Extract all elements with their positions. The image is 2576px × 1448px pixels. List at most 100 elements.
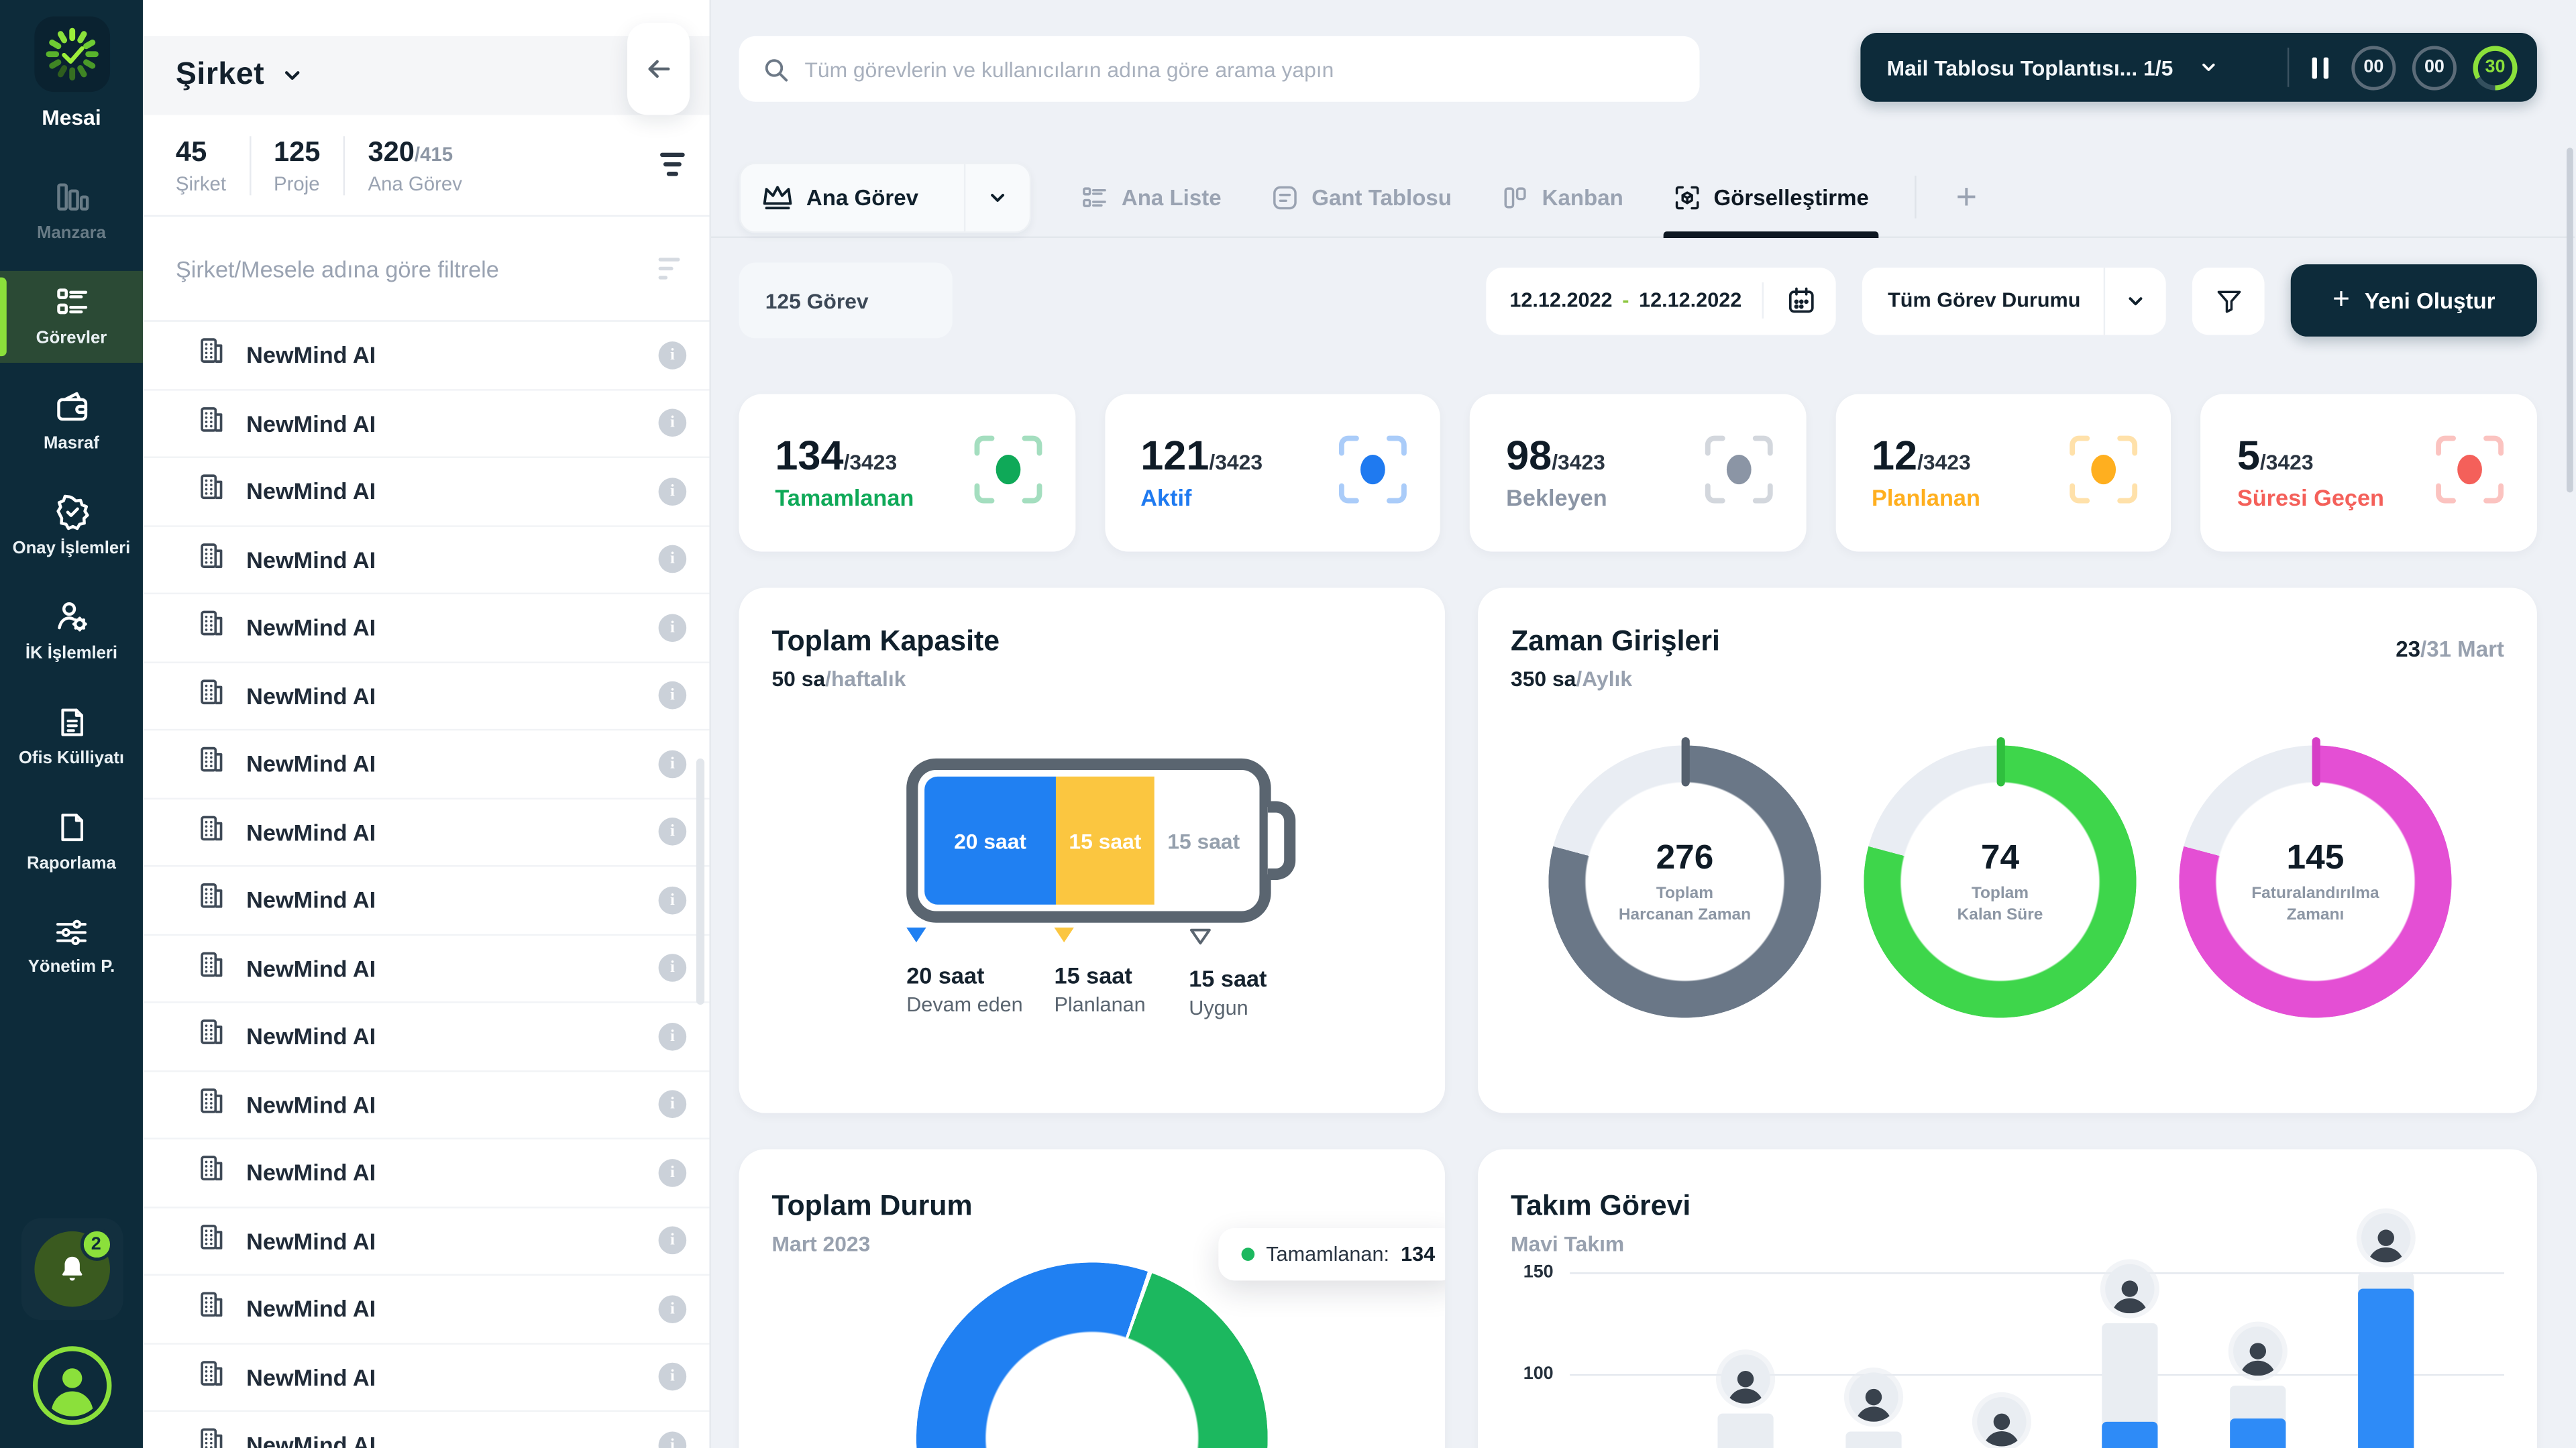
info-icon[interactable]: i xyxy=(659,409,687,437)
add-tab-button[interactable]: + xyxy=(1956,176,1977,219)
main-scrollbar[interactable] xyxy=(2567,0,2573,1448)
company-row[interactable]: NewMind AI i xyxy=(143,1276,710,1344)
pause-button[interactable] xyxy=(2306,56,2335,78)
info-icon[interactable]: i xyxy=(659,954,687,983)
spinner xyxy=(45,28,97,80)
info-icon[interactable]: i xyxy=(659,681,687,710)
company-name: NewMind AI xyxy=(246,1364,376,1390)
info-icon[interactable]: i xyxy=(659,1227,687,1255)
chevron-down-icon[interactable] xyxy=(964,164,1030,231)
company-row[interactable]: NewMind AI i xyxy=(143,594,710,663)
sidebar-item-raporlama[interactable]: Raporlama xyxy=(0,796,143,888)
member-avatar[interactable] xyxy=(2233,1327,2282,1376)
ring-label: FaturalandırılmaZamanı xyxy=(2251,883,2379,926)
battery-segment-planlanan: 15 saat xyxy=(1056,777,1155,905)
member-avatar[interactable] xyxy=(1977,1396,2026,1445)
company-row[interactable]: NewMind AI i xyxy=(143,526,710,595)
bar-total[interactable] xyxy=(1717,1412,1773,1448)
toolbar-actions: 12.12.2022 - 12.12.2022 Tüm Görev Durumu xyxy=(1487,264,2537,337)
sort-filter-button[interactable] xyxy=(659,153,690,178)
stat-card-tamamlanan[interactable]: 134/3423 Tamamlanan xyxy=(739,394,1075,551)
bar-completed[interactable] xyxy=(2102,1421,2157,1448)
info-icon[interactable]: i xyxy=(659,1159,687,1187)
info-icon[interactable]: i xyxy=(659,1431,687,1448)
battery-terminal xyxy=(1268,801,1296,880)
company-row[interactable]: NewMind AI i xyxy=(143,799,710,867)
meeting-timer-widget[interactable]: Mail Tablosu Toplantısı... 1/5 00 00 30 xyxy=(1860,33,2537,102)
tab-gant-tablosu[interactable]: Gant Tablosu xyxy=(1271,158,1452,236)
stat-card-planlanan[interactable]: 12/3423 Planlanan xyxy=(1835,394,2171,551)
info-icon[interactable]: i xyxy=(659,1295,687,1323)
bar-total[interactable] xyxy=(1845,1431,1901,1448)
notifications-button[interactable]: 2 xyxy=(21,1218,123,1320)
collapse-panel-button[interactable] xyxy=(627,23,690,115)
create-new-button[interactable]: + Yeni Oluştur xyxy=(2291,264,2537,337)
app-logo[interactable]: Mesai xyxy=(34,16,109,129)
divider xyxy=(249,135,250,194)
battery-marker: 15 saatPlanlanan xyxy=(1055,928,1146,1016)
primary-task-dropdown[interactable]: Ana Görev xyxy=(739,162,1032,232)
info-icon[interactable]: i xyxy=(659,1022,687,1050)
tab-kanban[interactable]: Kanban xyxy=(1501,158,1623,236)
sidebar-item-ofis-k-lliyat-[interactable]: Ofis Külliyatı xyxy=(0,691,143,783)
company-name: NewMind AI xyxy=(246,1160,376,1186)
sidebar-item-y-netim-p-[interactable]: Yönetim P. xyxy=(0,901,143,993)
tab-görselleştirme[interactable]: Görselleştirme xyxy=(1672,158,1869,236)
filter-button[interactable] xyxy=(2192,267,2265,334)
member-avatar[interactable] xyxy=(2361,1213,2410,1262)
company-row[interactable]: NewMind AI i xyxy=(143,1139,710,1208)
stat-label: Bekleyen xyxy=(1506,484,1607,510)
sidebar-item-manzara[interactable]: Manzara xyxy=(0,166,143,258)
panel-filter-row[interactable]: Şirket/Mesele adına göre filtrele xyxy=(143,217,710,322)
member-avatar[interactable] xyxy=(2105,1264,2154,1313)
info-icon[interactable]: i xyxy=(659,1363,687,1391)
status-filter-dropdown[interactable]: Tüm Görev Durumu xyxy=(1862,267,2166,334)
sidebar-item-g-revler[interactable]: Görevler xyxy=(0,271,143,363)
stat-card-aktif[interactable]: 121/3423 Aktif xyxy=(1104,394,1440,551)
stat-card-bekleyen[interactable]: 98/3423 Bekleyen xyxy=(1470,394,1806,551)
date-range-picker[interactable]: 12.12.2022 - 12.12.2022 xyxy=(1487,267,1835,334)
sidebar-item-masraf[interactable]: Masraf xyxy=(0,376,143,468)
divider xyxy=(2288,48,2289,87)
stat-card-süresi-geçen[interactable]: 5/3423 Süresi Geçen xyxy=(2201,394,2537,551)
company-row[interactable]: NewMind AI i xyxy=(143,663,710,731)
company-row[interactable]: NewMind AI i xyxy=(143,390,710,458)
building-icon xyxy=(197,1084,227,1124)
panel-filter-input[interactable]: Şirket/Mesele adına göre filtrele xyxy=(176,256,655,282)
bar-completed[interactable] xyxy=(2358,1288,2414,1448)
company-row[interactable]: NewMind AI i xyxy=(143,1344,710,1412)
info-icon[interactable]: i xyxy=(659,341,687,370)
divider xyxy=(343,135,345,194)
info-icon[interactable]: i xyxy=(659,614,687,642)
info-icon[interactable]: i xyxy=(659,478,687,506)
global-search-input[interactable]: Tüm görevlerin ve kullanıcıların adına g… xyxy=(739,36,1700,102)
member-avatar[interactable] xyxy=(1721,1353,1770,1402)
company-row[interactable]: NewMind AI i xyxy=(143,458,710,526)
member-avatar[interactable] xyxy=(1849,1372,1898,1421)
tab-ana-liste[interactable]: Ana Liste xyxy=(1081,158,1222,236)
company-row[interactable]: NewMind AI i xyxy=(143,867,710,935)
panel-scrollbar[interactable] xyxy=(696,759,704,1005)
company-row[interactable]: NewMind AI i xyxy=(143,1412,710,1448)
user-avatar[interactable] xyxy=(32,1346,111,1425)
info-icon[interactable]: i xyxy=(659,1091,687,1119)
company-row[interactable]: NewMind AI i xyxy=(143,935,710,1003)
info-icon[interactable]: i xyxy=(659,818,687,846)
company-panel: Şirket 45Şirket125Proje320/415Ana Görev … xyxy=(143,0,711,1448)
company-row[interactable]: NewMind AI i xyxy=(143,322,710,390)
company-row[interactable]: NewMind AI i xyxy=(143,1003,710,1072)
company-row[interactable]: NewMind AI i xyxy=(143,1207,710,1276)
bar-completed[interactable] xyxy=(2230,1419,2286,1448)
info-icon[interactable]: i xyxy=(659,750,687,778)
chevron-down-icon[interactable] xyxy=(281,64,304,87)
sidebar-item-onay-i-lemleri[interactable]: Onay İşlemleri xyxy=(0,481,143,573)
company-row[interactable]: NewMind AI i xyxy=(143,1071,710,1139)
sidebar-item-i-k-i-lemleri[interactable]: İK İşlemleri xyxy=(0,586,143,678)
info-icon[interactable]: i xyxy=(659,545,687,573)
arrow-left-icon xyxy=(644,54,674,84)
filter-lines-icon[interactable] xyxy=(655,257,684,280)
chevron-down-icon[interactable] xyxy=(2199,58,2218,77)
info-icon[interactable]: i xyxy=(659,886,687,914)
company-row[interactable]: NewMind AI i xyxy=(143,730,710,799)
company-name: NewMind AI xyxy=(246,887,376,913)
